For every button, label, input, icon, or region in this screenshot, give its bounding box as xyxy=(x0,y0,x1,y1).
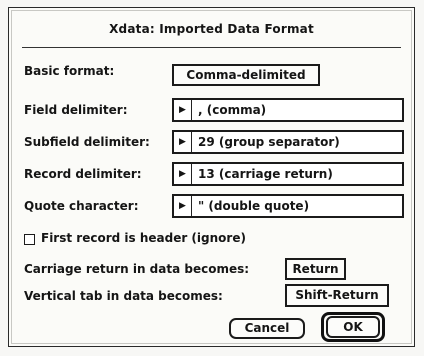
field-delimiter-label: Field delimiter: xyxy=(24,103,128,117)
dropdown-triangle-icon: ▶ xyxy=(174,132,192,152)
subfield-delimiter-value: 29 (group separator) xyxy=(198,135,340,149)
ok-button[interactable]: OK xyxy=(326,316,380,338)
field-delimiter-popup[interactable]: ▶ , (comma) xyxy=(172,98,404,122)
subfield-delimiter-label: Subfield delimiter: xyxy=(24,135,150,149)
record-delimiter-value: 13 (carriage return) xyxy=(198,167,333,181)
dropdown-triangle-icon: ▶ xyxy=(174,100,192,120)
dialog-title: Xdata: Imported Data Format xyxy=(109,22,314,36)
cancel-button[interactable]: Cancel xyxy=(229,318,305,339)
vertical-tab-button[interactable]: Shift-Return xyxy=(285,284,389,307)
dropdown-triangle-icon: ▶ xyxy=(174,196,192,216)
basic-format-label: Basic format: xyxy=(24,64,115,78)
subfield-delimiter-popup[interactable]: ▶ 29 (group separator) xyxy=(172,130,404,154)
basic-format-button[interactable]: Comma-delimited xyxy=(172,64,320,86)
record-delimiter-label: Record delimiter: xyxy=(24,167,142,181)
title-divider xyxy=(22,47,401,48)
quote-character-popup[interactable]: ▶ " (double quote) xyxy=(172,194,404,218)
first-record-header-label[interactable]: First record is header (ignore) xyxy=(41,231,246,245)
imported-data-format-dialog: Xdata: Imported Data Format Basic format… xyxy=(8,7,415,347)
carriage-return-label: Carriage return in data becomes: xyxy=(24,262,250,276)
dropdown-triangle-icon: ▶ xyxy=(174,164,192,184)
first-record-header-checkbox[interactable] xyxy=(24,234,35,245)
record-delimiter-popup[interactable]: ▶ 13 (carriage return) xyxy=(172,162,404,186)
quote-character-value: " (double quote) xyxy=(198,199,310,213)
field-delimiter-value: , (comma) xyxy=(198,103,267,117)
carriage-return-button[interactable]: Return xyxy=(285,258,346,280)
quote-character-label: Quote character: xyxy=(24,199,139,213)
vertical-tab-label: Vertical tab in data becomes: xyxy=(24,289,223,303)
